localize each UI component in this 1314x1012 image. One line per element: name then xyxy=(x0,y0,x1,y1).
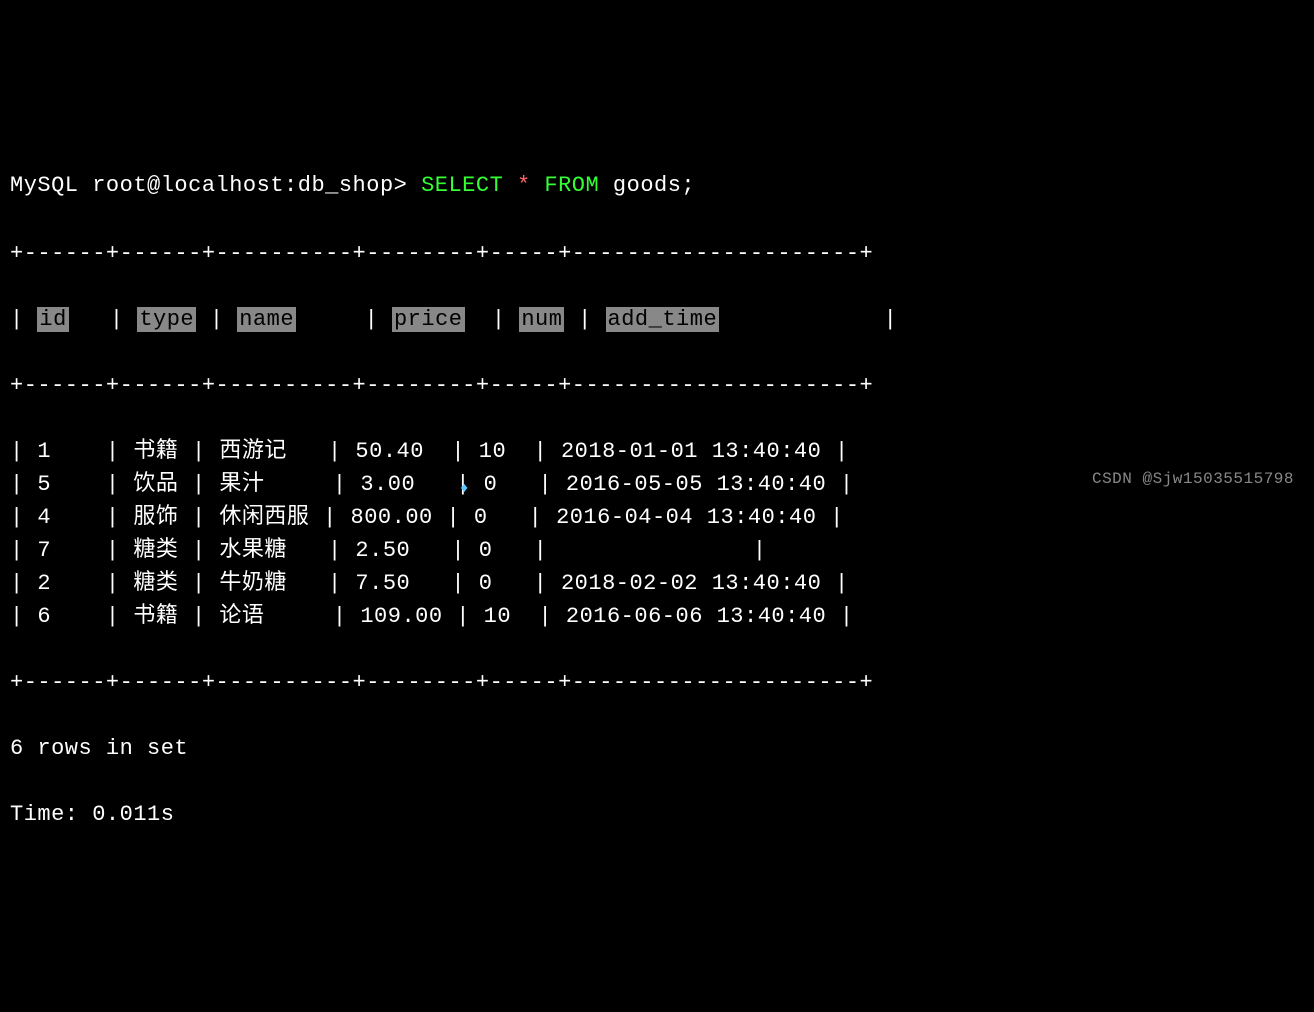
watermark: CSDN @Sjw15035515798 xyxy=(1092,467,1294,491)
table-border-bot: +------+------+----------+--------+-----… xyxy=(10,666,1304,699)
table-border-top: +------+------+----------+--------+-----… xyxy=(10,237,1304,270)
header-id: id xyxy=(37,307,68,332)
sql-from: FROM xyxy=(544,173,599,198)
header-addtime: add_time xyxy=(606,307,720,332)
result-time: Time: 0.011s xyxy=(10,798,1304,831)
header-name: name xyxy=(237,307,296,332)
table-row: | 1 | 书籍 | 西游记 | 50.40 | 10 | 2018-01-01… xyxy=(10,435,1304,468)
prompt-text: MySQL root@localhost:db_shop> xyxy=(10,173,407,198)
table-row: | 7 | 糖类 | 水果糖 | 2.50 | 0 | | xyxy=(10,534,1304,567)
sql-table: goods; xyxy=(613,173,695,198)
result-rows: 6 rows in set xyxy=(10,732,1304,765)
table-header-row: | id | type | name | price | num | add_t… xyxy=(10,303,1304,336)
prompt-line[interactable]: MySQL root@localhost:db_shop> SELECT * F… xyxy=(10,169,1304,202)
sql-select: SELECT xyxy=(421,173,503,198)
table-row: | 2 | 糖类 | 牛奶糖 | 7.50 | 0 | 2018-02-02 1… xyxy=(10,567,1304,600)
header-price: price xyxy=(392,307,465,332)
header-type: type xyxy=(137,307,196,332)
header-num: num xyxy=(519,307,564,332)
table-border-mid: +------+------+----------+--------+-----… xyxy=(10,369,1304,402)
sql-star: * xyxy=(517,173,531,198)
table-row: | 6 | 书籍 | 论语 | 109.00 | 10 | 2016-06-06… xyxy=(10,600,1304,633)
cursor-icon: ♦ xyxy=(460,479,469,500)
